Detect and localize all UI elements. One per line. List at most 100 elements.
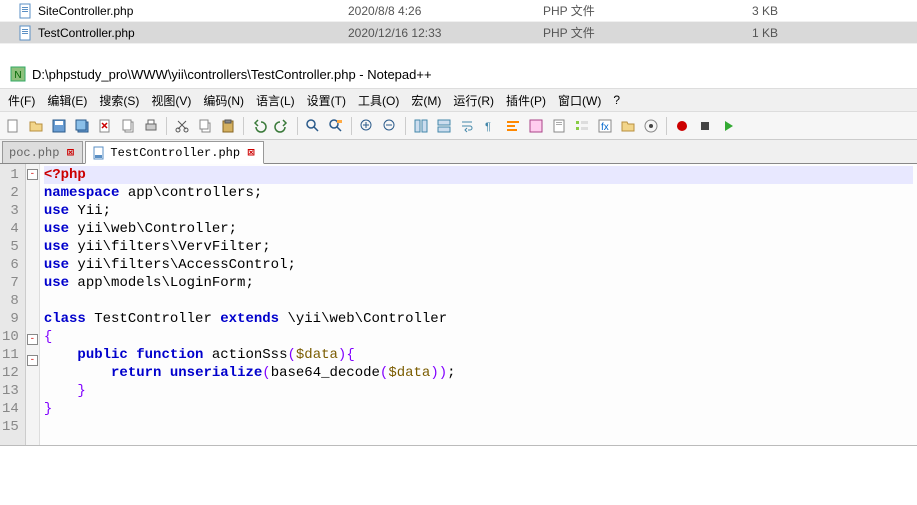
window-title-bar: N D:\phpstudy_pro\WWW\yii\controllers\Te… xyxy=(0,60,917,88)
wrap-icon[interactable] xyxy=(456,115,478,137)
zoom-in-icon[interactable] xyxy=(356,115,378,137)
tab-close-icon[interactable]: ⊠ xyxy=(245,147,257,159)
fold-cell xyxy=(26,427,39,445)
code-line[interactable]: use Yii; xyxy=(44,202,913,220)
code-line[interactable]: use yii\filters\VervFilter; xyxy=(44,238,913,256)
fold-cell xyxy=(26,259,39,277)
code-editor[interactable]: 123456789101112131415 --- <?phpnamespace… xyxy=(0,164,917,445)
line-number: 1 xyxy=(2,166,19,184)
show-all-chars-icon[interactable]: ¶ xyxy=(479,115,501,137)
file-icon xyxy=(92,146,106,160)
line-number: 9 xyxy=(2,310,19,328)
menu-edit[interactable]: 编辑(E) xyxy=(41,89,93,112)
file-row[interactable]: TestController.php 2020/12/16 12:33 PHP … xyxy=(0,22,917,44)
close-all-icon[interactable] xyxy=(117,115,139,137)
code-line[interactable]: } xyxy=(44,382,913,400)
line-number-gutter: 123456789101112131415 xyxy=(0,164,26,445)
code-area[interactable]: <?phpnamespace app\controllers;use Yii;u… xyxy=(40,164,917,445)
redo-icon[interactable] xyxy=(271,115,293,137)
doc-list-icon[interactable] xyxy=(571,115,593,137)
file-row[interactable]: SiteController.php 2020/8/8 4:26 PHP 文件 … xyxy=(0,0,917,22)
window-title: D:\phpstudy_pro\WWW\yii\controllers\Test… xyxy=(32,67,432,82)
tab-close-icon[interactable]: ⊠ xyxy=(64,147,76,159)
line-number: 11 xyxy=(2,346,19,364)
fold-minus-icon[interactable]: - xyxy=(27,334,38,345)
toolbar-separator xyxy=(297,117,298,135)
line-number: 6 xyxy=(2,256,19,274)
code-line[interactable]: use yii\web\Controller; xyxy=(44,220,913,238)
code-line[interactable] xyxy=(44,418,913,436)
line-number: 5 xyxy=(2,238,19,256)
menu-search[interactable]: 搜索(S) xyxy=(93,89,145,112)
toolbar: ¶ fx xyxy=(0,112,917,140)
menu-plugins[interactable]: 插件(P) xyxy=(500,89,552,112)
save-all-icon[interactable] xyxy=(71,115,93,137)
save-icon[interactable] xyxy=(48,115,70,137)
doc-map-icon[interactable] xyxy=(548,115,570,137)
tab-inactive[interactable]: poc.php ⊠ xyxy=(2,141,83,163)
code-line[interactable]: namespace app\controllers; xyxy=(44,184,913,202)
file-type: PHP 文件 xyxy=(543,2,718,19)
toolbar-separator xyxy=(243,117,244,135)
copy-icon[interactable] xyxy=(194,115,216,137)
code-line[interactable]: return unserialize(base64_decode($data))… xyxy=(44,364,913,382)
print-icon[interactable] xyxy=(140,115,162,137)
function-list-icon[interactable]: fx xyxy=(594,115,616,137)
fold-cell[interactable]: - xyxy=(26,334,39,352)
fold-cell xyxy=(26,187,39,205)
menu-view[interactable]: 视图(V) xyxy=(145,89,197,112)
menu-settings[interactable]: 设置(T) xyxy=(301,89,352,112)
new-file-icon[interactable] xyxy=(2,115,24,137)
file-icon xyxy=(18,25,34,41)
fold-cell[interactable]: - xyxy=(26,169,39,187)
code-line[interactable]: class TestController extends \yii\web\Co… xyxy=(44,310,913,328)
code-line[interactable]: use app\models\LoginForm; xyxy=(44,274,913,292)
line-number: 8 xyxy=(2,292,19,310)
file-size: 3 KB xyxy=(718,4,798,18)
code-line[interactable]: { xyxy=(44,328,913,346)
toolbar-separator xyxy=(666,117,667,135)
fold-minus-icon[interactable]: - xyxy=(27,355,38,366)
menu-macro[interactable]: 宏(M) xyxy=(405,89,447,112)
folder-icon[interactable] xyxy=(617,115,639,137)
fold-cell xyxy=(26,205,39,223)
code-line[interactable] xyxy=(44,292,913,310)
monitor-icon[interactable] xyxy=(640,115,662,137)
code-line[interactable]: public function actionSss($data){ xyxy=(44,346,913,364)
cut-icon[interactable] xyxy=(171,115,193,137)
undo-icon[interactable] xyxy=(248,115,270,137)
paste-icon[interactable] xyxy=(217,115,239,137)
fold-cell xyxy=(26,295,39,313)
user-lang-icon[interactable] xyxy=(525,115,547,137)
code-line[interactable]: <?php xyxy=(44,166,913,184)
line-number: 12 xyxy=(2,364,19,382)
replace-icon[interactable] xyxy=(325,115,347,137)
open-file-icon[interactable] xyxy=(25,115,47,137)
fold-cell[interactable]: - xyxy=(26,355,39,373)
stop-macro-icon[interactable] xyxy=(694,115,716,137)
fold-cell xyxy=(26,277,39,295)
fold-cell xyxy=(26,391,39,409)
menu-window[interactable]: 窗口(W) xyxy=(552,89,607,112)
menu-encoding[interactable]: 编码(N) xyxy=(197,89,250,112)
menu-tools[interactable]: 工具(O) xyxy=(352,89,405,112)
play-macro-icon[interactable] xyxy=(717,115,739,137)
fold-minus-icon[interactable]: - xyxy=(27,169,38,180)
find-icon[interactable] xyxy=(302,115,324,137)
sync-h-icon[interactable] xyxy=(433,115,455,137)
menu-file[interactable]: 件(F) xyxy=(2,89,41,112)
menu-language[interactable]: 语言(L) xyxy=(250,89,301,112)
record-macro-icon[interactable] xyxy=(671,115,693,137)
menu-bar: 件(F) 编辑(E) 搜索(S) 视图(V) 编码(N) 语言(L) 设置(T)… xyxy=(0,88,917,112)
close-icon[interactable] xyxy=(94,115,116,137)
indent-guide-icon[interactable] xyxy=(502,115,524,137)
zoom-out-icon[interactable] xyxy=(379,115,401,137)
sync-v-icon[interactable] xyxy=(410,115,432,137)
menu-run[interactable]: 运行(R) xyxy=(447,89,500,112)
tab-active[interactable]: TestController.php ⊠ xyxy=(85,141,264,164)
line-number: 10 xyxy=(2,328,19,346)
code-line[interactable]: use yii\filters\AccessControl; xyxy=(44,256,913,274)
menu-help[interactable]: ? xyxy=(607,90,626,110)
fold-column[interactable]: - - - xyxy=(26,164,40,445)
code-line[interactable]: } xyxy=(44,400,913,418)
